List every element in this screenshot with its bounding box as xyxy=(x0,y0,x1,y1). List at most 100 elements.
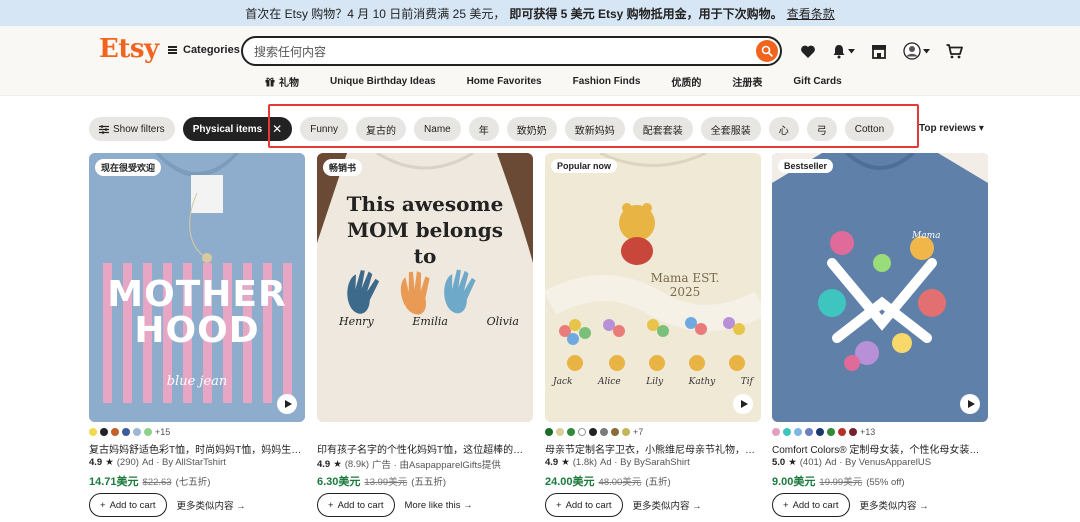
card-actions: + Add to cart 更多类似内容 → xyxy=(89,493,246,517)
review-count: (401) xyxy=(799,457,822,468)
sort-dropdown[interactable]: Top reviews ▾ xyxy=(919,123,984,134)
more-like-this-link[interactable]: 更多类似内容 → xyxy=(177,498,246,512)
notifications-button[interactable] xyxy=(832,44,855,59)
more-like-this-link[interactable]: 更多类似内容 → xyxy=(860,498,929,512)
play-button[interactable] xyxy=(277,394,297,414)
add-to-cart-button[interactable]: + Add to cart xyxy=(772,493,850,517)
card-actions: + Add to cart More like this → xyxy=(317,493,473,517)
rating-value: 4.9 xyxy=(545,457,559,468)
star-icon: ★ xyxy=(788,457,797,468)
nav-item-fashion-finds[interactable]: Fashion Finds xyxy=(573,74,641,89)
nav-item-gift-cards[interactable]: Gift Cards xyxy=(793,74,841,89)
product-image[interactable]: Mama EST. 2025 Jack Alice Lily Kathy Tif… xyxy=(545,153,761,422)
chevron-down-icon xyxy=(923,48,930,53)
discount-label: (七五折) xyxy=(175,477,211,488)
color-swatch xyxy=(144,428,152,436)
seller-info: Ad · By VenusApparelUS xyxy=(824,457,932,468)
product-meta: 4.9 ★ (8.9k) 广告 · 由AsapapparelGifts提供 xyxy=(317,457,501,472)
price-row: 24.00美元 48.00美元 (五折) xyxy=(545,473,671,489)
discount-label: (五五折) xyxy=(411,477,447,488)
child-name: Alice xyxy=(598,377,621,387)
product-title[interactable]: 印有孩子名字的个性化妈妈T恤，这位超棒的妈妈属… xyxy=(317,441,533,456)
status-badge: Popular now xyxy=(551,159,617,173)
sale-price: 14.71美元 xyxy=(89,476,139,488)
plus-icon: + xyxy=(556,499,562,511)
promo-terms-link[interactable]: 查看条款 xyxy=(787,5,835,22)
promo-highlight: 即可获得 5 美元 Etsy 购物抵用金，用于下次购物。 xyxy=(509,6,783,21)
search-input[interactable] xyxy=(254,43,734,60)
shop-icon[interactable] xyxy=(871,44,887,59)
sale-price: 9.00美元 xyxy=(772,476,816,488)
color-swatch xyxy=(545,428,553,436)
add-to-cart-label: Add to cart xyxy=(337,499,384,511)
product-card[interactable]: Mama Bestseller +13 Comfort Colors® 定制母女… xyxy=(772,153,988,517)
nav-item-gifts[interactable]: 礼物 xyxy=(265,74,299,89)
product-title[interactable]: Comfort Colors® 定制母女装，个性化母女装，拉钩… xyxy=(772,441,988,456)
color-swatch xyxy=(556,428,564,436)
color-swatch xyxy=(622,428,630,436)
play-button[interactable] xyxy=(960,394,980,414)
color-swatch xyxy=(772,428,780,436)
child-name: Henry xyxy=(339,315,374,328)
child-name: Olivia xyxy=(486,315,519,328)
nav-item-registry[interactable]: 注册表 xyxy=(732,74,762,89)
card-actions: + Add to cart 更多类似内容 → xyxy=(772,493,929,517)
color-swatch xyxy=(794,428,802,436)
show-filters-label: Show filters xyxy=(113,123,165,135)
category-nav: 礼物 Unique Birthday Ideas Home Favorites … xyxy=(265,74,842,89)
more-like-this-link[interactable]: More like this → xyxy=(405,500,473,511)
promo-banner: 首次在 Etsy 购物？4 月 10 日前消费满 25 美元， 即可获得 5 美元… xyxy=(0,0,1080,26)
child-name: Jack xyxy=(553,377,573,387)
color-swatch xyxy=(600,428,608,436)
product-card[interactable]: blue jean MOTHER HOOD 现在很受欢迎 +15 复古妈妈舒适色… xyxy=(89,153,305,517)
product-title[interactable]: 复古妈妈舒适色彩T恤，时尚妈妈T恤，妈妈生活T恤… xyxy=(89,441,305,456)
product-image[interactable]: Mama Bestseller xyxy=(772,153,988,422)
add-to-cart-button[interactable]: + Add to cart xyxy=(317,493,395,517)
nav-item-birthday[interactable]: Unique Birthday Ideas xyxy=(330,74,436,89)
header-actions xyxy=(800,42,963,60)
nav-item-premium[interactable]: 优质的 xyxy=(671,74,701,89)
star-icon: ★ xyxy=(105,457,114,468)
add-to-cart-button[interactable]: + Add to cart xyxy=(89,493,167,517)
play-button[interactable] xyxy=(733,394,753,414)
product-card[interactable]: This awesome MOM belongs to Henry Emilia… xyxy=(317,153,533,517)
nav-label: 礼物 xyxy=(279,78,299,89)
status-badge: 现在很受欢迎 xyxy=(95,159,162,176)
add-to-cart-button[interactable]: + Add to cart xyxy=(545,493,623,517)
categories-button[interactable]: Categories xyxy=(168,44,240,56)
search-button[interactable] xyxy=(756,40,778,62)
product-image[interactable]: blue jean MOTHER HOOD 现在很受欢迎 xyxy=(89,153,305,422)
cart-icon[interactable] xyxy=(946,43,963,59)
more-like-this-link[interactable]: 更多类似内容 → xyxy=(633,498,702,512)
rating-value: 4.9 xyxy=(317,458,331,470)
color-swatch xyxy=(133,428,141,436)
search-icon xyxy=(761,45,773,57)
product-meta: 4.9 ★ (1.8k) Ad · By BySarahShirt xyxy=(545,457,690,468)
child-name: Lily xyxy=(646,377,664,387)
etsy-logo[interactable]: Etsy xyxy=(99,34,159,64)
sort-label: Top reviews xyxy=(919,123,977,134)
show-filters-button[interactable]: Show filters xyxy=(89,117,175,141)
image-overlay-text: Mama EST. 2025 xyxy=(650,271,720,299)
nav-item-home-favorites[interactable]: Home Favorites xyxy=(467,74,542,89)
product-card[interactable]: Mama EST. 2025 Jack Alice Lily Kathy Tif… xyxy=(545,153,761,517)
product-image[interactable]: This awesome MOM belongs to Henry Emilia… xyxy=(317,153,533,422)
child-names: Henry Emilia Olivia xyxy=(339,315,519,328)
original-price: 13.99美元 xyxy=(364,477,408,488)
product-meta: 4.9 ★ (290) Ad · By AllStarTshirt xyxy=(89,457,226,468)
price-row: 6.30美元 13.99美元 (五五折) xyxy=(317,473,446,489)
product-title[interactable]: 母亲节定制名字卫衣，小熊维尼母亲节礼物，定制"… xyxy=(545,441,761,456)
color-swatch xyxy=(783,428,791,436)
image-overlay-text: MOTHER HOOD xyxy=(107,274,287,351)
discount-label: (五折) xyxy=(645,477,671,488)
add-to-cart-label: Add to cart xyxy=(565,499,612,511)
heart-icon[interactable] xyxy=(800,44,816,59)
more-colors: +15 xyxy=(155,427,171,437)
star-icon: ★ xyxy=(333,458,342,470)
seller-info: Ad · By BySarahShirt xyxy=(600,457,690,468)
product-meta: 5.0 ★ (401) Ad · By VenusApparelUS xyxy=(772,457,931,468)
color-swatch xyxy=(816,428,824,436)
add-to-cart-label: Add to cart xyxy=(792,499,839,511)
plus-icon: + xyxy=(100,499,106,511)
account-button[interactable] xyxy=(903,42,930,60)
